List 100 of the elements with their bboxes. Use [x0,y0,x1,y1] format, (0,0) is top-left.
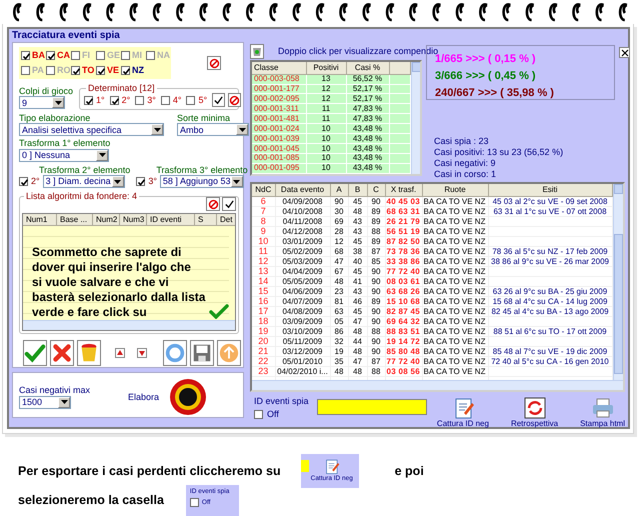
table-cell[interactable]: 000-001-095 [252,163,306,174]
table-cell[interactable]: 52,17 % [346,94,389,104]
column-header[interactable]: C [367,184,385,196]
column-header[interactable]: Ruote [422,184,488,196]
table-cell[interactable]: 10 [306,134,346,144]
table-cell[interactable]: 47,83 % [346,114,389,124]
dropdown[interactable]: 0 ] Nessuna [19,148,109,162]
column-header[interactable]: X trasf. [385,184,422,196]
table-cell[interactable]: 000-001-311 [252,104,306,114]
table-cell[interactable]: 000-001-177 [252,84,306,94]
delete-button[interactable] [50,340,74,366]
table-cell[interactable]: 000-002-095 [252,94,306,104]
table-cell[interactable]: 56,52 % [346,74,389,84]
column-header[interactable]: Base ... [57,214,93,226]
compendium-button[interactable] [250,44,264,58]
checkbox[interactable] [21,51,30,60]
checkbox[interactable] [136,177,146,186]
table-cell[interactable]: 000-001-039 [252,134,306,144]
ring-button[interactable] [163,340,187,366]
table-cell[interactable]: 000-001-085 [252,154,306,164]
upload-button[interactable] [217,340,241,366]
column-header[interactable]: Num2 [93,214,120,226]
checkbox[interactable] [121,51,130,60]
up-arrow-icon [115,348,125,358]
table-cell[interactable]: 43,48 % [346,124,389,134]
checkbox[interactable] [71,51,80,60]
move-up-button[interactable] [115,348,125,359]
table-cell[interactable]: 12 [306,94,346,104]
dropdown[interactable]: Analisi selettiva specifica [19,123,164,136]
checkbox[interactable] [160,96,170,104]
dropdown[interactable]: 58 ] Aggiungo 53 [160,175,244,188]
checkbox[interactable] [71,66,80,75]
table-cell[interactable]: 000-001-481 [252,114,306,124]
dropdown[interactable]: Ambo [177,123,249,136]
table-cell[interactable]: 12 [306,84,346,94]
column-header[interactable]: Esiti [488,184,612,196]
select-all-button[interactable] [212,93,226,107]
checkbox[interactable] [46,51,55,60]
table-cell[interactable]: 11 [306,104,346,114]
bucket-button[interactable] [77,340,101,366]
table-cell[interactable]: 13 [306,74,346,84]
dropdown[interactable]: 3 ] Diam. decina [42,175,125,188]
confirm-button[interactable] [23,340,47,366]
checkbox[interactable] [19,177,28,186]
table-cell[interactable]: 000-003-058 [252,74,306,84]
move-down-button[interactable] [137,348,147,359]
checkbox[interactable] [190,498,199,508]
checkbox[interactable] [110,96,119,104]
column-header[interactable]: Num1 [23,214,57,226]
save-button[interactable] [190,340,214,366]
column-header[interactable]: Data evento [275,184,330,196]
checkbox[interactable] [21,66,30,75]
checkbox[interactable] [96,66,105,75]
column-header[interactable]: ID eventi [147,214,195,226]
checkbox[interactable] [135,96,144,104]
checkbox[interactable] [186,96,196,104]
run-button[interactable] [169,378,208,416]
close-button[interactable] [619,47,630,58]
table-cell[interactable]: 43,48 % [346,144,389,154]
table-cell[interactable]: 47,83 % [346,104,389,114]
column-header[interactable]: A [330,184,348,196]
checkbox[interactable] [146,51,155,60]
table-cell[interactable]: 43,48 % [346,154,389,164]
clear-button[interactable] [228,93,242,107]
toolbar-button[interactable]: Stampa html [580,396,625,428]
table-cell[interactable]: 10 [306,144,346,154]
table-cell[interactable]: 43,48 % [346,134,389,144]
column-header[interactable]: S [195,214,217,226]
checkbox[interactable] [84,96,94,104]
table-cell[interactable]: 52,17 % [346,84,389,94]
column-header[interactable]: Det [217,214,235,226]
table-cell[interactable]: 10 [306,163,346,174]
table-cell[interactable]: 43,48 % [346,163,389,174]
checkbox[interactable] [254,410,263,420]
checkbox[interactable] [121,66,130,75]
toolbar-button[interactable]: Cattura ID neg [436,396,489,428]
table-cell[interactable]: 11 [306,114,346,124]
table-cell[interactable]: 000-001-045 [252,144,306,154]
table-cell[interactable]: 000-001-024 [252,124,306,134]
scrollbar[interactable] [23,320,235,330]
column-header[interactable]: NdC [252,184,275,196]
checkbox[interactable] [46,66,55,75]
checkbox[interactable] [96,51,105,60]
table-cell[interactable]: 10 [306,124,346,134]
clear-button[interactable] [206,197,220,212]
dropdown[interactable]: 1500 [19,396,71,409]
column-header[interactable]: Classe [252,62,306,74]
column-header[interactable]: Casi % [346,62,389,74]
column-header[interactable]: B [348,184,367,196]
column-header[interactable]: Num3 [120,214,147,226]
select-all-button[interactable] [222,197,236,212]
table-cell: 90 [367,276,385,286]
dropdown[interactable]: 9 [19,96,65,110]
scrollbar[interactable] [613,184,623,380]
scrollbar[interactable] [252,380,623,390]
table-cell[interactable]: 10 [306,154,346,164]
toolbar-button[interactable]: Retrospettiva [510,396,558,428]
id-input-field[interactable] [316,399,427,415]
clear-button[interactable] [207,56,221,70]
column-header[interactable]: Positivi [306,62,346,74]
